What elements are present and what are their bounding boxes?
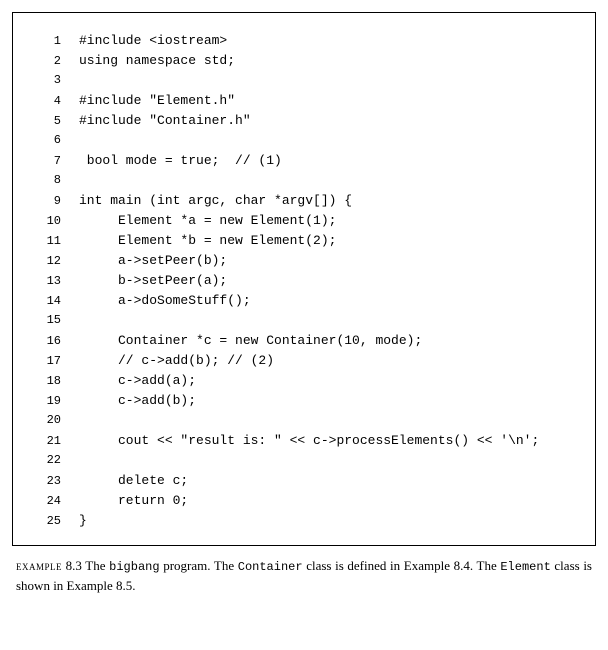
figure-caption: example 8.3 The bigbang program. The Con…	[12, 556, 596, 596]
code-text: #include "Element.h"	[79, 91, 235, 111]
caption-number: 8.3	[66, 558, 82, 573]
code-text: delete c;	[79, 471, 188, 491]
code-text: using namespace std;	[79, 51, 235, 71]
code-line: 12 a->setPeer(b);	[33, 251, 575, 271]
code-line: 15	[33, 311, 575, 331]
caption-label: example	[16, 558, 62, 573]
code-container: 1 #include <iostream> 2 using namespace std…	[33, 31, 575, 531]
code-line: 23 delete c;	[33, 471, 575, 491]
line-number: 9	[33, 192, 61, 210]
line-number: 1	[33, 32, 61, 50]
line-number: 7	[33, 152, 61, 170]
line-number: 5	[33, 112, 61, 130]
line-number: 16	[33, 332, 61, 350]
caption-class-1: Container	[238, 560, 303, 574]
line-number: 17	[33, 352, 61, 370]
line-number: 14	[33, 292, 61, 310]
line-number: 20	[33, 411, 61, 429]
caption-text-2: program. The	[160, 558, 238, 573]
code-line: 1 #include <iostream>	[33, 31, 575, 51]
code-line: 20	[33, 411, 575, 431]
code-text: int main (int argc, char *argv[]) {	[79, 191, 352, 211]
code-line: 6	[33, 131, 575, 151]
line-number: 11	[33, 232, 61, 250]
code-line: 21 cout << "result is: " << c->processEl…	[33, 431, 575, 451]
line-number: 10	[33, 212, 61, 230]
code-text: c->add(b);	[79, 391, 196, 411]
code-text: c->add(a);	[79, 371, 196, 391]
line-number: 21	[33, 432, 61, 450]
code-line: 5 #include "Container.h"	[33, 111, 575, 131]
code-line: 7 bool mode = true; // (1)	[33, 151, 575, 171]
line-number: 23	[33, 472, 61, 490]
code-line: 16 Container *c = new Container(10, mode…	[33, 331, 575, 351]
code-text: Container *c = new Container(10, mode);	[79, 331, 422, 351]
code-text: Element *a = new Element(1);	[79, 211, 336, 231]
caption-text-1: The	[85, 558, 109, 573]
code-line: 14 a->doSomeStuff();	[33, 291, 575, 311]
code-line: 10 Element *a = new Element(1);	[33, 211, 575, 231]
code-line: 19 c->add(b);	[33, 391, 575, 411]
code-text: a->setPeer(b);	[79, 251, 227, 271]
line-number: 18	[33, 372, 61, 390]
line-number: 2	[33, 52, 61, 70]
code-text: Element *b = new Element(2);	[79, 231, 336, 251]
code-text: #include "Container.h"	[79, 111, 251, 131]
line-number: 6	[33, 131, 61, 149]
code-text: #include <iostream>	[79, 31, 227, 51]
line-number: 4	[33, 92, 61, 110]
code-line: 4 #include "Element.h"	[33, 91, 575, 111]
line-number: 25	[33, 512, 61, 530]
line-number: 13	[33, 272, 61, 290]
caption-text-3: class is defined in Example 8.4. The	[303, 558, 501, 573]
code-line: 18 c->add(a);	[33, 371, 575, 391]
line-number: 12	[33, 252, 61, 270]
line-number: 3	[33, 71, 61, 89]
code-text: }	[79, 511, 87, 531]
code-line: 9 int main (int argc, char *argv[]) {	[33, 191, 575, 211]
code-text: return 0;	[79, 491, 188, 511]
code-text: // c->add(b); // (2)	[79, 351, 274, 371]
code-line: 2 using namespace std;	[33, 51, 575, 71]
code-line: 11 Element *b = new Element(2);	[33, 231, 575, 251]
caption-program-name: bigbang	[109, 560, 159, 574]
code-line: 25}	[33, 511, 575, 531]
code-line: 8	[33, 171, 575, 191]
line-number: 19	[33, 392, 61, 410]
code-text: b->setPeer(a);	[79, 271, 227, 291]
line-number: 8	[33, 171, 61, 189]
code-text: bool mode = true; // (1)	[79, 151, 282, 171]
code-listing-frame: 1 #include <iostream> 2 using namespace std…	[12, 12, 596, 546]
code-line: 3	[33, 71, 575, 91]
code-line: 17 // c->add(b); // (2)	[33, 351, 575, 371]
code-line: 13 b->setPeer(a);	[33, 271, 575, 291]
code-line: 22	[33, 451, 575, 471]
line-number: 22	[33, 451, 61, 469]
caption-class-2: Element	[500, 560, 550, 574]
code-text: a->doSomeStuff();	[79, 291, 251, 311]
line-number: 24	[33, 492, 61, 510]
code-line: 24 return 0;	[33, 491, 575, 511]
line-number: 15	[33, 311, 61, 329]
code-text: cout << "result is: " << c->processEleme…	[79, 431, 539, 451]
